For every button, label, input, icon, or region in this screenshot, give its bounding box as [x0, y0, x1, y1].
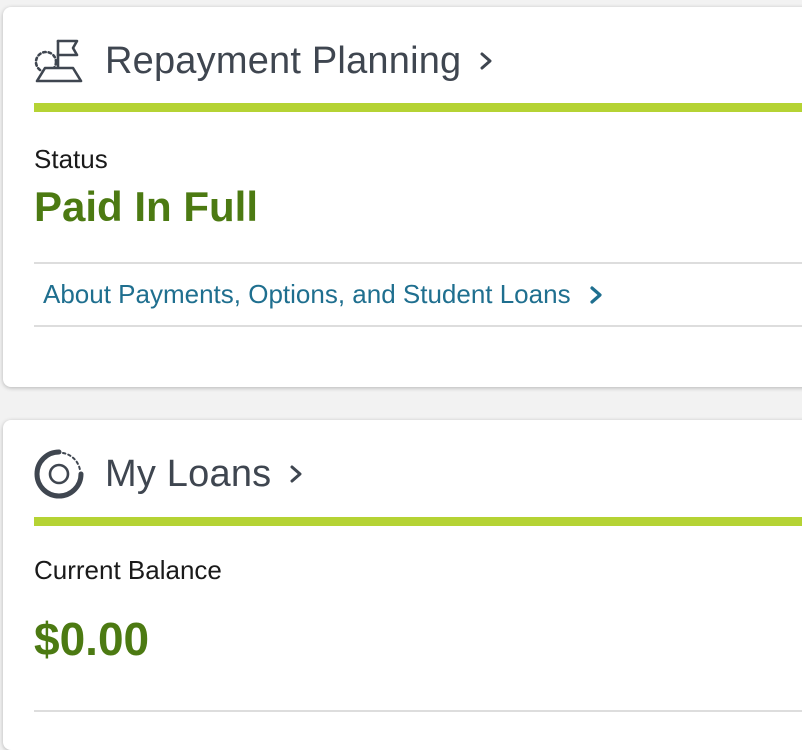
- about-payments-link-text: About Payments, Options, and Student Loa…: [43, 279, 571, 309]
- my-loans-card: My Loans Current Balance $0.00: [3, 420, 802, 750]
- chevron-right-icon: [477, 50, 495, 72]
- repayment-planning-card: Repayment Planning Status Paid In Full A…: [3, 7, 802, 387]
- flag-map-icon: [33, 35, 85, 87]
- status-value: Paid In Full: [34, 183, 259, 230]
- pie-chart-icon: [33, 448, 85, 500]
- accent-rule: [34, 517, 802, 526]
- current-balance-value: $0.00: [34, 613, 150, 665]
- repayment-planning-header[interactable]: Repayment Planning: [33, 34, 495, 88]
- repayment-planning-title: Repayment Planning: [105, 39, 462, 82]
- chevron-right-icon: [287, 463, 305, 485]
- chevron-right-icon: [589, 284, 603, 306]
- about-payments-link[interactable]: About Payments, Options, and Student Loa…: [43, 279, 603, 310]
- divider: [34, 710, 802, 712]
- my-loans-title: My Loans: [105, 452, 272, 495]
- my-loans-header[interactable]: My Loans: [33, 447, 305, 501]
- divider: [34, 325, 802, 327]
- status-label: Status: [34, 144, 108, 174]
- divider: [34, 262, 802, 264]
- accent-rule: [34, 103, 802, 112]
- current-balance-label: Current Balance: [34, 555, 222, 585]
